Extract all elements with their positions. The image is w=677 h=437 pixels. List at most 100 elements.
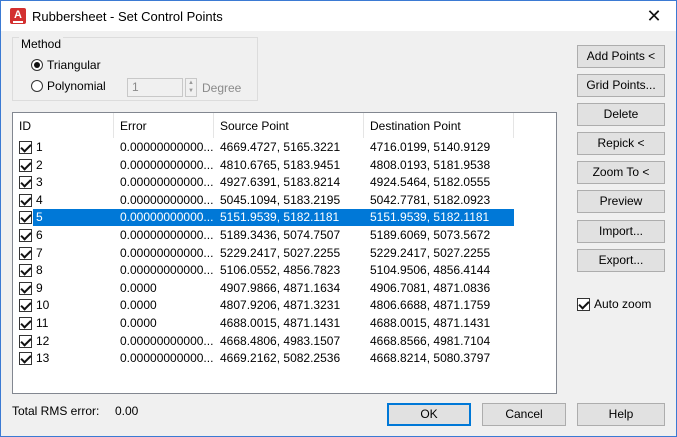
table-row[interactable]: 13 0.00000000000... 4669.2162, 5082.2536 46… [13, 350, 556, 367]
cell-source-point: 4810.6765, 5183.9451 [220, 157, 341, 172]
window-title: Rubbersheet - Set Control Points [32, 9, 223, 24]
rms-error-value: 0.00 [115, 404, 139, 418]
triangular-label: Triangular [47, 58, 101, 72]
auto-zoom-check-icon[interactable] [577, 297, 590, 311]
help-button[interactable]: Help [577, 403, 665, 426]
cancel-button[interactable]: Cancel [482, 403, 566, 426]
cell-destination-point: 4808.0193, 5181.9538 [370, 157, 491, 172]
cell-source-point: 4907.9866, 4871.1634 [220, 280, 341, 295]
table-row[interactable]: 11 0.0000 4688.0015, 4871.1431 4688.0015, 4… [13, 315, 556, 332]
add-points-button[interactable]: Add Points < [577, 45, 665, 68]
column-header-error[interactable]: Error [114, 113, 214, 138]
radio-triangular[interactable]: Triangular [31, 58, 101, 72]
cell-destination-point: 5104.9506, 4856.4144 [370, 263, 491, 278]
cell-error: 0.00000000000... [120, 333, 214, 348]
row-checkbox[interactable] [19, 246, 32, 260]
column-header-id[interactable]: ID [13, 113, 114, 138]
cell-id: 3 [36, 175, 43, 190]
row-checkbox[interactable] [19, 352, 32, 366]
cell-source-point: 4807.9206, 4871.3231 [220, 298, 341, 313]
polynomial-label: Polynomial [47, 79, 106, 93]
column-header-destination-point[interactable]: Destination Point [364, 113, 514, 138]
cell-destination-point: 4924.5464, 5182.0555 [370, 175, 491, 190]
table-row[interactable]: 6 0.00000000000... 5189.3436, 5074.7507 518… [13, 227, 556, 244]
cell-source-point: 4669.2162, 5082.2536 [220, 351, 341, 366]
table-row[interactable]: 8 0.00000000000... 5106.0552, 4856.7823 510… [13, 262, 556, 279]
triangular-radio-icon[interactable] [31, 59, 43, 71]
row-checkbox[interactable] [19, 229, 32, 242]
preview-button[interactable]: Preview [577, 190, 665, 213]
cell-source-point: 5229.2417, 5027.2255 [220, 245, 341, 260]
table-row[interactable]: 9 0.0000 4907.9866, 4871.1634 4906.7081, 48… [13, 280, 556, 297]
spin-up-icon[interactable]: ▲ [186, 79, 196, 87]
cell-source-point: 4668.4806, 4983.1507 [220, 333, 341, 348]
cell-destination-point: 5229.2417, 5027.2255 [370, 245, 491, 260]
polynomial-radio-icon[interactable] [31, 80, 43, 92]
cell-destination-point: 4688.0015, 4871.1431 [370, 316, 491, 330]
table-row[interactable]: 4 0.00000000000... 5045.1094, 5183.2195 504… [13, 192, 556, 209]
cell-source-point: 4927.6391, 5183.8214 [220, 175, 341, 190]
table-row[interactable]: 7 0.00000000000... 5229.2417, 5027.2255 522… [13, 245, 556, 262]
spin-down-icon[interactable]: ▼ [186, 87, 196, 95]
cell-error: 0.00000000000... [120, 263, 214, 278]
row-checkbox[interactable] [19, 334, 32, 348]
row-checkbox[interactable] [19, 211, 32, 225]
control-points-table[interactable]: ID Error Source Point Destination Point … [12, 112, 557, 394]
autocad-app-icon: A [10, 8, 26, 24]
cell-id: 12 [36, 333, 50, 348]
cell-destination-point: 5151.9539, 5182.1181 [370, 210, 490, 225]
cell-source-point: 5151.9539, 5182.1181 [220, 210, 340, 225]
cell-id: 1 [36, 140, 43, 154]
cell-destination-point: 4906.7081, 4871.0836 [370, 280, 491, 295]
table-row[interactable]: 5 0.00000000000... 5151.9539, 5182.1181 515… [13, 209, 556, 227]
table-row[interactable]: 1 0.00000000000... 4669.4727, 5165.3221 471… [13, 139, 556, 156]
method-legend: Method [19, 37, 64, 51]
row-checkbox[interactable] [19, 264, 32, 278]
cell-error: 0.00000000000... [120, 351, 214, 366]
cell-destination-point: 4716.0199, 5140.9129 [370, 140, 491, 154]
cell-error: 0.0000 [120, 316, 157, 330]
row-checkbox[interactable] [19, 281, 32, 295]
degree-spinner[interactable]: ▲ ▼ [185, 78, 197, 97]
delete-button[interactable]: Delete [577, 103, 665, 126]
title-bar: A Rubbersheet - Set Control Points ✕ [1, 1, 676, 31]
cell-error: 0.00000000000... [120, 157, 214, 172]
row-checkbox[interactable] [19, 176, 32, 190]
row-checkbox[interactable] [19, 317, 32, 330]
cell-id: 7 [36, 245, 43, 260]
column-header-source-point[interactable]: Source Point [214, 113, 364, 138]
row-checkbox[interactable] [19, 141, 32, 154]
cell-id: 11 [36, 316, 49, 330]
table-row[interactable]: 10 0.0000 4807.9206, 4871.3231 4806.6688, 4… [13, 297, 556, 314]
auto-zoom-checkbox[interactable]: Auto zoom [577, 297, 651, 311]
table-row[interactable]: 12 0.00000000000... 4668.4806, 4983.1507 46… [13, 333, 556, 350]
table-row[interactable]: 2 0.00000000000... 4810.6765, 5183.9451 480… [13, 157, 556, 174]
degree-input[interactable]: 1 [127, 78, 183, 97]
app-icon-letter: A [14, 9, 22, 21]
cell-source-point: 5189.3436, 5074.7507 [220, 228, 341, 242]
export-button[interactable]: Export... [577, 249, 665, 272]
cell-destination-point: 4806.6688, 4871.1759 [370, 298, 491, 313]
cell-error: 0.00000000000... [120, 140, 214, 154]
cell-source-point: 4669.4727, 5165.3221 [220, 140, 341, 154]
cell-error: 0.0000 [120, 298, 157, 313]
zoom-to-button[interactable]: Zoom To < [577, 161, 665, 184]
close-icon[interactable]: ✕ [632, 1, 676, 31]
row-checkbox[interactable] [19, 299, 32, 313]
cell-id: 8 [36, 263, 43, 278]
cell-error: 0.0000 [120, 280, 157, 295]
cell-id: 6 [36, 228, 43, 242]
ok-button[interactable]: OK [387, 403, 471, 426]
cell-source-point: 5045.1094, 5183.2195 [220, 192, 341, 207]
row-checkbox[interactable] [19, 158, 32, 172]
auto-zoom-label: Auto zoom [594, 297, 652, 311]
table-row[interactable]: 3 0.00000000000... 4927.6391, 5183.8214 492… [13, 174, 556, 191]
grid-points-button[interactable]: Grid Points... [577, 74, 665, 97]
repick-button[interactable]: Repick < [577, 132, 665, 155]
row-checkbox[interactable] [19, 193, 32, 207]
radio-polynomial[interactable]: Polynomial [31, 79, 106, 93]
import-button[interactable]: Import... [577, 220, 665, 243]
cell-destination-point: 5042.7781, 5182.0923 [370, 192, 491, 207]
cell-error: 0.00000000000... [120, 192, 214, 207]
cell-error: 0.00000000000... [120, 228, 214, 242]
